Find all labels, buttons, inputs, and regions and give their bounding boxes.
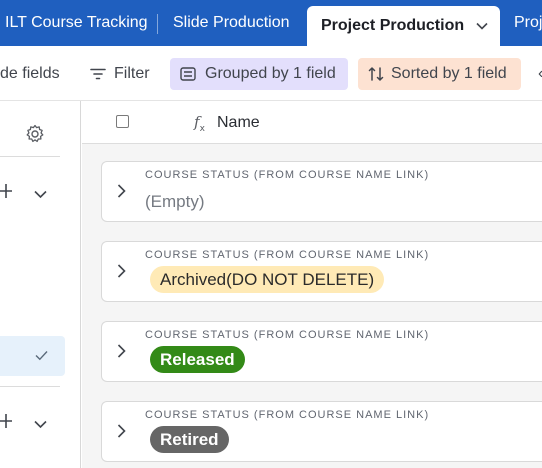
status-badge: Retired: [150, 426, 229, 453]
filter-button[interactable]: Filter: [90, 58, 150, 90]
group-header[interactable]: COURSE STATUS (FROM COURSE NAME LINK) Ar…: [101, 241, 542, 302]
sidebar: [0, 101, 81, 468]
select-all-checkbox[interactable]: [116, 115, 129, 128]
column-header-name[interactable]: Name: [217, 114, 260, 132]
group-header[interactable]: COURSE STATUS (FROM COURSE NAME LINK) Re…: [101, 401, 542, 462]
tab-divider: [157, 14, 158, 34]
hide-fields-button[interactable]: de fields: [0, 58, 60, 90]
group-header[interactable]: COURSE STATUS (FROM COURSE NAME LINK) (E…: [101, 161, 542, 222]
tab-slide-production[interactable]: Slide Production: [173, 0, 290, 46]
group-button[interactable]: Grouped by 1 field: [170, 58, 348, 90]
tab-label: Project Production: [321, 17, 465, 34]
group-field-label: COURSE STATUS (FROM COURSE NAME LINK): [145, 329, 430, 341]
gear-icon[interactable]: [25, 124, 45, 149]
chevron-right-icon[interactable]: [117, 184, 126, 203]
check-icon: [35, 351, 48, 361]
sidebar-divider: [0, 156, 60, 157]
chevron-down-icon[interactable]: [34, 186, 47, 204]
chevron-right-icon[interactable]: [117, 344, 126, 363]
status-badge: Archived(DO NOT DELETE): [150, 266, 385, 293]
chevron-down-icon[interactable]: [476, 22, 488, 30]
status-badge: Released: [150, 346, 245, 373]
group-field-label: COURSE STATUS (FROM COURSE NAME LINK): [145, 409, 430, 421]
sorted-label: Sorted by 1 field: [391, 65, 507, 82]
tab-ilt-course-tracking[interactable]: ILT Course Tracking: [5, 0, 148, 46]
sidebar-item-selected[interactable]: [0, 336, 65, 376]
grid-header: fx Name: [82, 101, 542, 144]
tab-project-production[interactable]: Project Production: [307, 6, 500, 46]
formula-icon: fx: [194, 113, 205, 134]
group-icon: [180, 67, 196, 81]
chevron-right-icon[interactable]: [117, 424, 126, 443]
grid-view: fx Name COURSE STATUS (FROM COURSE NAME …: [82, 101, 542, 468]
hide-fields-label: de fields: [0, 65, 60, 82]
tab-proj[interactable]: Proj: [514, 0, 542, 46]
group-header[interactable]: COURSE STATUS (FROM COURSE NAME LINK) Re…: [101, 321, 542, 382]
sort-icon: [368, 67, 384, 81]
filter-label: Filter: [114, 65, 150, 82]
filter-icon: [90, 68, 106, 80]
group-field-label: COURSE STATUS (FROM COURSE NAME LINK): [145, 169, 430, 181]
grouped-label: Grouped by 1 field: [205, 65, 336, 82]
plus-icon[interactable]: [0, 183, 14, 204]
sidebar-divider: [0, 386, 60, 387]
group-field-label: COURSE STATUS (FROM COURSE NAME LINK): [145, 249, 430, 261]
view-toolbar: de fields Filter Grouped by 1 field Sort…: [0, 46, 542, 101]
plus-icon[interactable]: [0, 413, 14, 434]
sort-button[interactable]: Sorted by 1 field: [358, 58, 521, 90]
more-toolbar-icon[interactable]: ‹: [538, 58, 542, 90]
chevron-down-icon[interactable]: [34, 416, 47, 434]
chevron-right-icon[interactable]: [117, 264, 126, 283]
group-value: (Empty): [145, 192, 205, 211]
tab-bar: ILT Course Tracking Slide Production Pro…: [0, 0, 542, 46]
